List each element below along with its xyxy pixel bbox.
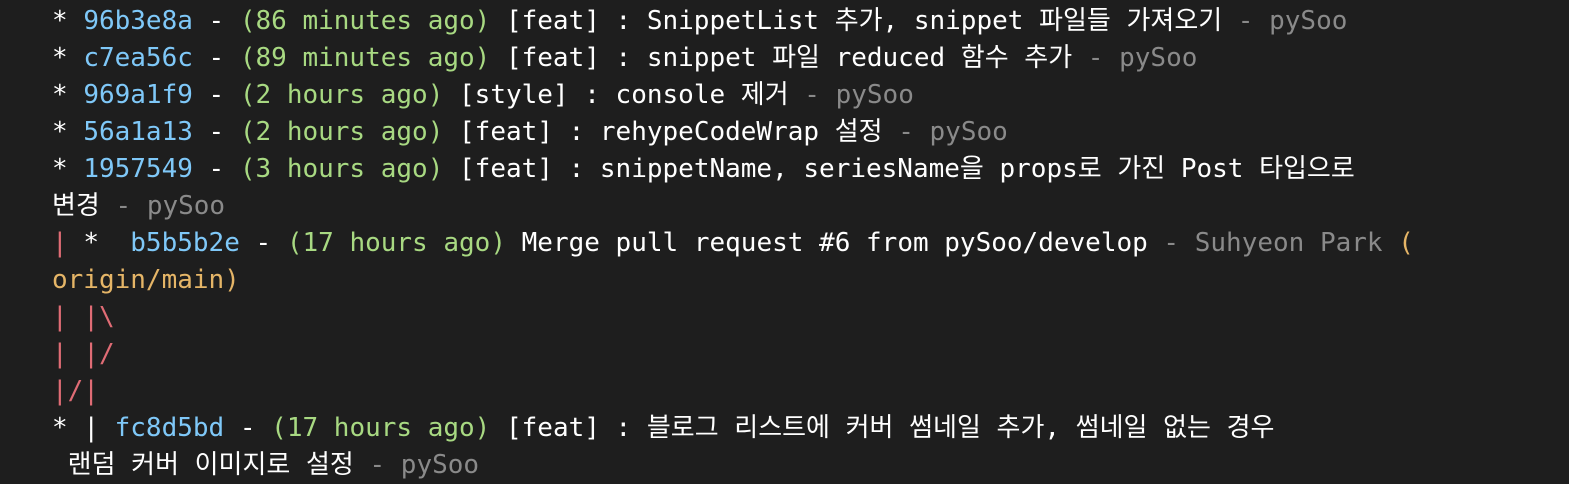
separator: - <box>1147 228 1195 258</box>
commit-time: (3 hours ago) <box>239 154 444 184</box>
separator: - <box>1072 43 1120 73</box>
separator: - <box>239 228 287 258</box>
ref-open-paren: ( <box>1398 228 1414 258</box>
graph-node: * <box>83 228 131 258</box>
commit-message: [feat] : rehypeCodeWrap 설정 <box>459 117 883 147</box>
branch-ref: origin/main) <box>52 265 240 295</box>
graph-node: * <box>52 154 84 184</box>
commit-message: [style] : console 제거 <box>459 80 789 110</box>
separator: - <box>1222 6 1270 36</box>
graph-node: * <box>52 43 84 73</box>
merge-commit-line: | * b5b5b2e - (17 hours ago) Merge pull … <box>52 225 1552 262</box>
commit-time: (86 minutes ago) <box>239 6 491 36</box>
commit-line: * 96b3e8a - (86 minutes ago) [feat] : Sn… <box>52 3 1552 40</box>
commit-line-wrap: 랜덤 커버 이미지로 설정 - pySoo <box>52 447 1552 484</box>
commit-author: pySoo <box>146 191 226 221</box>
graph-line: | |/ <box>52 339 115 369</box>
commit-time: (17 hours ago) <box>271 413 491 443</box>
separator: - <box>224 413 272 443</box>
commit-message-continued: 변경 <box>52 191 100 221</box>
commit-line: * 1957549 - (3 hours ago) [feat] : snipp… <box>52 151 1552 188</box>
commit-author: pySoo <box>835 80 914 110</box>
git-log-output: * 96b3e8a - (86 minutes ago) [feat] : Sn… <box>52 3 1552 484</box>
commit-message: [feat] : snippetName, seriesName을 props로… <box>459 154 1355 184</box>
commit-time: (89 minutes ago) <box>239 43 491 73</box>
graph-line: | |\ <box>52 302 115 332</box>
graph-line: |/| <box>52 376 99 406</box>
graph-node: * <box>52 117 84 147</box>
commit-author: pySoo <box>1269 6 1348 36</box>
commit-time: (2 hours ago) <box>239 117 444 147</box>
commit-hash: fc8d5bd <box>114 413 225 443</box>
commit-message: [feat] : 블로그 리스트에 커버 썸네일 추가, 썸네일 없는 경우 <box>505 413 1275 443</box>
commit-hash: b5b5b2e <box>130 228 240 258</box>
separator: - <box>788 80 836 110</box>
commit-line: * c7ea56c - (89 minutes ago) [feat] : sn… <box>52 40 1552 77</box>
commit-hash: 96b3e8a <box>83 6 193 36</box>
commit-author: pySoo <box>1119 43 1198 73</box>
separator: - <box>353 450 401 480</box>
graph-branch-bar: | <box>83 413 115 443</box>
graph-node: * <box>52 6 84 36</box>
graph-node: * <box>52 413 84 443</box>
commit-author: Suhyeon Park <box>1194 228 1383 258</box>
commit-line: * | fc8d5bd - (17 hours ago) [feat] : 블로… <box>52 410 1552 447</box>
commit-message: [feat] : snippet 파일 reduced 함수 추가 <box>505 43 1073 73</box>
separator: - <box>192 117 240 147</box>
separator: - <box>99 191 147 221</box>
graph-node: * <box>52 80 84 110</box>
commit-hash: 56a1a13 <box>83 117 193 147</box>
commit-line: * 56a1a13 - (2 hours ago) [feat] : rehyp… <box>52 114 1552 151</box>
commit-message: [feat] : SnippetList 추가, snippet 파일들 가져오… <box>505 6 1223 36</box>
commit-time: (2 hours ago) <box>239 80 444 110</box>
commit-hash: 969a1f9 <box>83 80 193 110</box>
terminal-window: { "commits": [ { "graph": "* ", "hash": … <box>0 0 1569 482</box>
commit-message-continued: 랜덤 커버 이미지로 설정 <box>52 450 354 480</box>
merge-commit-line-wrap: origin/main) <box>52 262 1552 299</box>
commit-message: Merge pull request #6 from pySoo/develop <box>521 228 1148 258</box>
commit-hash: 1957549 <box>83 154 193 184</box>
commit-time: (17 hours ago) <box>286 228 506 258</box>
commit-hash: c7ea56c <box>83 43 193 73</box>
separator: - <box>192 80 240 110</box>
separator: - <box>192 6 240 36</box>
commit-line: * 969a1f9 - (2 hours ago) [style] : cons… <box>52 77 1552 114</box>
commit-author: pySoo <box>400 450 480 480</box>
separator: - <box>192 43 240 73</box>
commit-line-wrap: 변경 - pySoo <box>52 188 1552 225</box>
separator: - <box>882 117 930 147</box>
separator: - <box>192 154 240 184</box>
commit-author: pySoo <box>929 117 1008 147</box>
graph-branch-bar: | <box>52 228 84 258</box>
